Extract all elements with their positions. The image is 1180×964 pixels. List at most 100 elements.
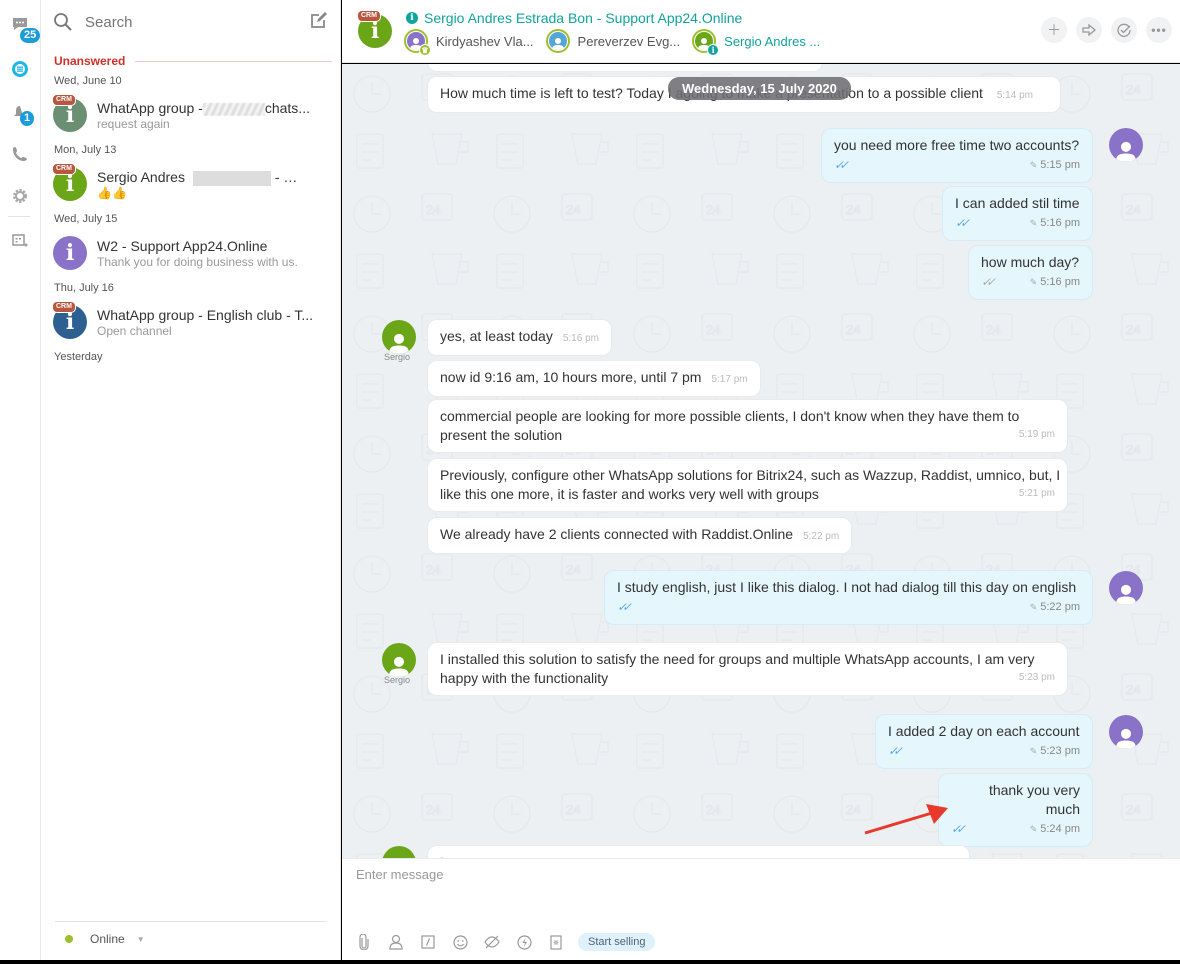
contact-button[interactable] bbox=[388, 934, 404, 950]
emoji-button[interactable] bbox=[452, 934, 468, 950]
crm-tag: CRM bbox=[52, 94, 76, 106]
new-chat-icon[interactable] bbox=[310, 11, 328, 29]
message-text: tation to a possible client bbox=[829, 85, 983, 101]
participant[interactable]: Pereverzev Evg... bbox=[545, 29, 680, 53]
plus-icon: ＋ bbox=[1047, 22, 1061, 38]
message-time: 5:22 pm bbox=[803, 531, 840, 542]
own-message-bubble[interactable]: I added 2 day on each account ✓✓ ✎ 5:23 pm bbox=[875, 714, 1093, 769]
message-bubble[interactable]: I installed this solution to satisfy the… bbox=[427, 642, 1068, 696]
own-avatar[interactable] bbox=[1109, 128, 1143, 162]
status-selector[interactable]: Online ▼ bbox=[65, 932, 145, 946]
date-group-label: Mon, July 13 bbox=[54, 144, 117, 156]
info-icon: i bbox=[707, 44, 720, 56]
online-status-dot bbox=[65, 935, 73, 943]
read-check-icon: ✓✓ bbox=[955, 216, 970, 230]
search-bar[interactable] bbox=[53, 8, 333, 36]
more-button[interactable]: ••• bbox=[1146, 17, 1172, 43]
message-bubble[interactable]: I bbox=[427, 845, 970, 858]
forward-arrow-icon bbox=[1082, 24, 1096, 36]
own-avatar[interactable] bbox=[1109, 571, 1143, 605]
chats-count-badge: 25 bbox=[20, 28, 41, 43]
chat-title[interactable]: i Sergio Andres Estrada Bon - Support Ap… bbox=[406, 10, 742, 26]
rail-calls[interactable] bbox=[8, 142, 32, 166]
own-message-bubble[interactable]: you need more free time two accounts? ✓✓… bbox=[821, 128, 1093, 183]
chat-title-text: chats... bbox=[264, 100, 310, 116]
command-button[interactable] bbox=[420, 934, 436, 950]
own-message-bubble[interactable]: how much day? ✓✓ ✎ 5:16 pm bbox=[968, 245, 1093, 300]
start-selling-button[interactable]: Start selling bbox=[578, 933, 656, 951]
chat-list-item[interactable]: i CRM WhatApp group - chats... request aga… bbox=[52, 94, 333, 138]
document-button[interactable] bbox=[548, 934, 564, 950]
message-time: 5:23 pm bbox=[1018, 672, 1055, 683]
contact-icon bbox=[389, 934, 403, 950]
message-text: I can added stil time bbox=[955, 195, 1080, 211]
gear-icon bbox=[13, 189, 27, 203]
rail-open-lines[interactable] bbox=[8, 57, 32, 81]
own-message-bubble[interactable]: I study english, just I like this dialog… bbox=[604, 570, 1093, 625]
recent-chats-panel: Unanswered Wed, June 10 iCRM WhatApp gro… bbox=[41, 0, 341, 960]
chat-list-item[interactable]: i CRM WhatApp group - English club - T...… bbox=[52, 301, 333, 345]
message-text: I added 2 day on each account bbox=[888, 723, 1080, 739]
message-bubble[interactable]: We already have 2 clients connected with… bbox=[427, 517, 853, 554]
message-bubble[interactable] bbox=[427, 64, 823, 72]
chat-list-item[interactable]: i CRM Sergio Andres - .. 👍👍 bbox=[52, 163, 333, 207]
message-bubble[interactable]: yes, at least today 5:16 pm bbox=[427, 319, 612, 356]
chat-header-avatar[interactable]: i CRM bbox=[357, 10, 392, 48]
author-name: Sergio bbox=[384, 352, 411, 362]
forward-button[interactable] bbox=[1076, 17, 1102, 43]
redacted-text bbox=[202, 102, 265, 116]
message-text: you need more free time two accounts? bbox=[834, 137, 1080, 153]
chat-avatar: i CRM bbox=[52, 163, 87, 201]
read-check-icon: ✓✓ bbox=[951, 822, 966, 836]
author-avatar[interactable] bbox=[382, 643, 416, 677]
participant-avatar bbox=[545, 29, 570, 53]
rail-settings[interactable] bbox=[8, 184, 32, 208]
message-input[interactable] bbox=[356, 867, 1156, 917]
message-time: 5:16 pm bbox=[562, 333, 599, 344]
chat-title-text: - bbox=[274, 169, 280, 185]
message-time: 5:23 pm bbox=[1040, 745, 1080, 757]
message-list[interactable]: 24 How much time is left to test? Today … bbox=[342, 64, 1180, 858]
message-text: yes, at least today bbox=[440, 328, 553, 344]
own-message-bubble[interactable]: thank you very much ✓✓ ✎ 5:24 pm bbox=[938, 773, 1093, 847]
chat-list-item[interactable]: i W2 - Support App24.Online Thank you fo… bbox=[53, 236, 333, 276]
status-divider bbox=[55, 921, 327, 922]
rail-notifications[interactable]: 1 bbox=[8, 101, 35, 126]
message-text: I installed this solution to satisfy the… bbox=[440, 651, 1035, 686]
pencil-icon: ✎ bbox=[1029, 602, 1038, 612]
message-bubble[interactable]: Previously, configure other WhatsApp sol… bbox=[427, 458, 1068, 512]
chat-title: Sergio Andres - .. bbox=[97, 169, 327, 186]
smile-icon bbox=[452, 934, 468, 950]
message-bubble[interactable]: now id 9:16 am, 10 hours more, until 7 p… bbox=[427, 360, 761, 397]
participant-avatar: ♛ bbox=[404, 29, 431, 56]
notifications-count-badge: 1 bbox=[20, 111, 35, 126]
chat-last-message: Open channel bbox=[97, 324, 172, 338]
attach-button[interactable] bbox=[356, 934, 372, 950]
chat-last-message: request again bbox=[97, 117, 170, 131]
own-message-bubble[interactable]: I can added stil time ✓✓ ✎ 5:16 pm bbox=[942, 186, 1093, 241]
composer-toolbar: Start selling bbox=[356, 933, 656, 951]
search-icon bbox=[54, 13, 72, 31]
rail-chats[interactable]: 25 bbox=[8, 12, 41, 43]
unanswered-section: Unanswered bbox=[54, 54, 332, 68]
hide-button[interactable] bbox=[484, 934, 500, 950]
own-avatar[interactable] bbox=[1109, 715, 1143, 749]
search-input[interactable] bbox=[85, 13, 285, 31]
info-icon: i bbox=[406, 12, 418, 24]
date-group-label: Wed, June 10 bbox=[54, 75, 122, 87]
crm-tag: CRM bbox=[52, 163, 76, 175]
author-avatar[interactable] bbox=[382, 320, 416, 354]
redacted-text bbox=[192, 170, 271, 186]
quick-answers-button[interactable] bbox=[516, 934, 532, 950]
author-name: Sergio bbox=[384, 675, 411, 685]
message-text: thank you very much bbox=[988, 782, 1080, 817]
annotation-arrow-icon bbox=[864, 804, 948, 835]
pencil-icon: ✎ bbox=[1029, 218, 1038, 228]
message-bubble[interactable]: commercial people are looking for more p… bbox=[427, 399, 1068, 453]
add-user-button[interactable]: ＋ bbox=[1041, 17, 1067, 43]
message-text: Previously, configure other WhatsApp sol… bbox=[440, 467, 1061, 502]
finish-dialog-button[interactable] bbox=[1111, 17, 1137, 43]
participant[interactable]: ♛ Kirdyashev Vla... bbox=[404, 29, 534, 56]
participant[interactable]: i Sergio Andres ... bbox=[692, 29, 820, 56]
rail-dialog-list[interactable] bbox=[8, 229, 32, 253]
